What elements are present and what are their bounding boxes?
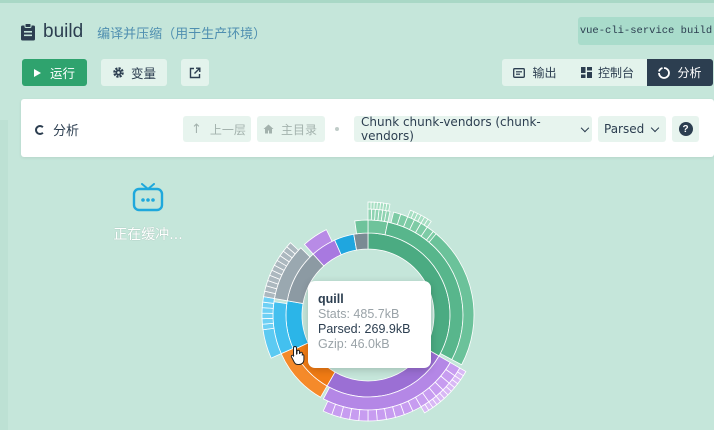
tooltip-gzip: Gzip: 46.0kB [318, 337, 390, 351]
tooltip-stats: Stats: 485.7kB [318, 307, 400, 321]
sunburst-segment[interactable] [354, 219, 369, 235]
sunburst-segment[interactable] [353, 232, 369, 251]
sunburst-segment[interactable] [261, 312, 274, 320]
module-tooltip: quill Stats: 485.7kB Parsed: 269.9kB Gzi… [308, 281, 431, 368]
sunburst-segment[interactable] [367, 219, 389, 236]
hand-cursor-icon [290, 345, 305, 365]
sunburst-segment[interactable] [367, 409, 378, 422]
sunburst-segment[interactable] [375, 408, 387, 422]
sunburst-segment[interactable] [358, 409, 369, 422]
tooltip-parsed: Parsed: 269.9kB [318, 322, 411, 336]
sunburst-segment[interactable] [261, 317, 274, 325]
sunburst-segment[interactable] [385, 203, 391, 212]
tooltip-module-name: quill [318, 292, 344, 306]
